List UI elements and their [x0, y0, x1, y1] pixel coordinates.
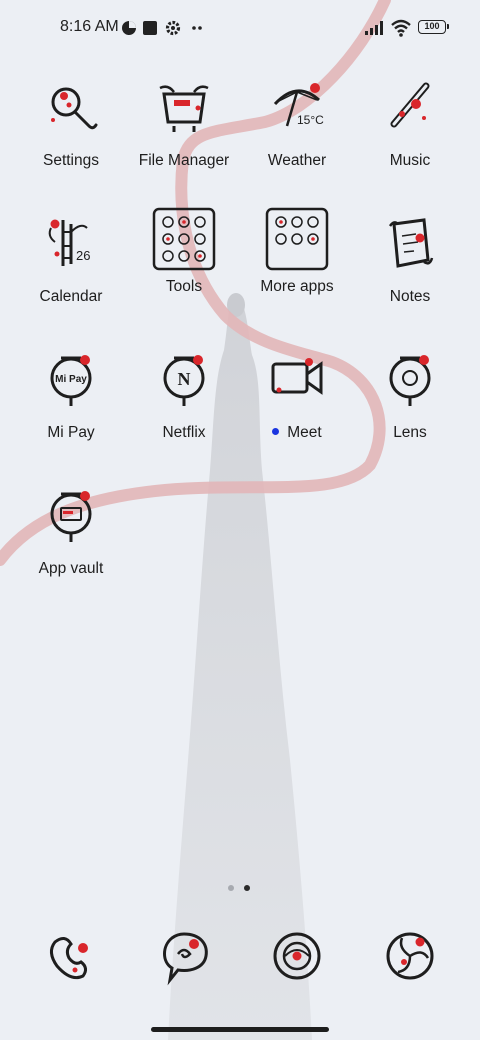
- app-settings[interactable]: Settings: [11, 78, 131, 170]
- app-label: Settings: [42, 152, 99, 169]
- app-label: More apps: [260, 278, 334, 295]
- calendar-day: 26: [76, 248, 90, 263]
- app-lens[interactable]: Lens: [350, 350, 470, 442]
- app-label: Music: [389, 152, 431, 169]
- battery-icon: 100: [418, 20, 449, 34]
- app-label: Netflix: [162, 424, 206, 441]
- app-app-vault[interactable]: App vault: [11, 486, 131, 578]
- app-mi-pay[interactable]: Mi Pay Mi Pay: [11, 350, 131, 442]
- signal-icon: [365, 21, 383, 35]
- app-label: Calendar: [39, 288, 103, 305]
- more-dots-icon: [192, 26, 202, 30]
- calendar-bamboo-icon: 26: [48, 219, 90, 266]
- file-manager-icon: [159, 85, 209, 132]
- music-flute-icon: [390, 82, 430, 128]
- app-file-manager[interactable]: File Manager: [124, 78, 244, 170]
- app-weather[interactable]: 15°C Weather: [237, 78, 357, 170]
- app-label: App vault: [38, 560, 104, 577]
- app-label: Lens: [393, 424, 427, 441]
- more-apps-folder-icon: [265, 207, 329, 271]
- app-notes[interactable]: Notes: [350, 214, 470, 306]
- folder-more-apps[interactable]: More apps: [237, 206, 357, 296]
- app-meet[interactable]: Meet: [237, 350, 357, 442]
- dock-browser-icon[interactable]: [380, 926, 440, 986]
- app-label: Meet: [237, 424, 357, 442]
- dock-phone-icon[interactable]: [41, 926, 101, 986]
- mi-pay-icon-text: Mi Pay: [55, 374, 87, 385]
- app-label: File Manager: [138, 152, 230, 169]
- weather-umbrella-icon: 15°C: [273, 83, 324, 127]
- app-label: Tools: [165, 278, 203, 295]
- app-netflix[interactable]: N Netflix: [124, 350, 244, 442]
- wifi-icon: [391, 19, 411, 37]
- dock-messages-icon[interactable]: [154, 926, 214, 986]
- app-label: Notes: [389, 288, 431, 305]
- folder-tools[interactable]: Tools: [124, 206, 244, 296]
- status-bar: 8:16 AM 100: [0, 0, 480, 56]
- app-vault-icon: [50, 491, 92, 542]
- new-badge-dot: [272, 428, 280, 435]
- gear-icon: [165, 20, 181, 36]
- netflix-icon-text: N: [178, 369, 191, 389]
- meet-label-text: Meet: [287, 424, 322, 441]
- meet-camera-icon: [271, 358, 323, 395]
- dock-camera-icon[interactable]: [267, 926, 327, 986]
- app-label: Weather: [267, 152, 327, 169]
- square-notification-icon: [143, 21, 157, 35]
- gesture-navigation-bar[interactable]: [151, 1027, 329, 1032]
- app-label: Mi Pay: [47, 424, 95, 441]
- status-time: 8:16 AM: [60, 18, 119, 35]
- page-indicator: [228, 878, 260, 896]
- app-music[interactable]: Music: [350, 78, 470, 170]
- weather-temperature: 15°C: [297, 113, 324, 127]
- page-dot-active[interactable]: [244, 885, 250, 891]
- app-calendar[interactable]: 26 Calendar: [11, 214, 131, 306]
- page-dot[interactable]: [228, 885, 234, 891]
- tools-folder-icon: [152, 207, 216, 271]
- notes-scroll-icon: [388, 218, 434, 268]
- lens-icon: [389, 355, 431, 406]
- pie-chart-icon: [122, 21, 136, 35]
- mi-pay-icon: Mi Pay: [50, 355, 92, 406]
- netflix-icon: N: [163, 355, 205, 406]
- settings-icon: [51, 87, 98, 130]
